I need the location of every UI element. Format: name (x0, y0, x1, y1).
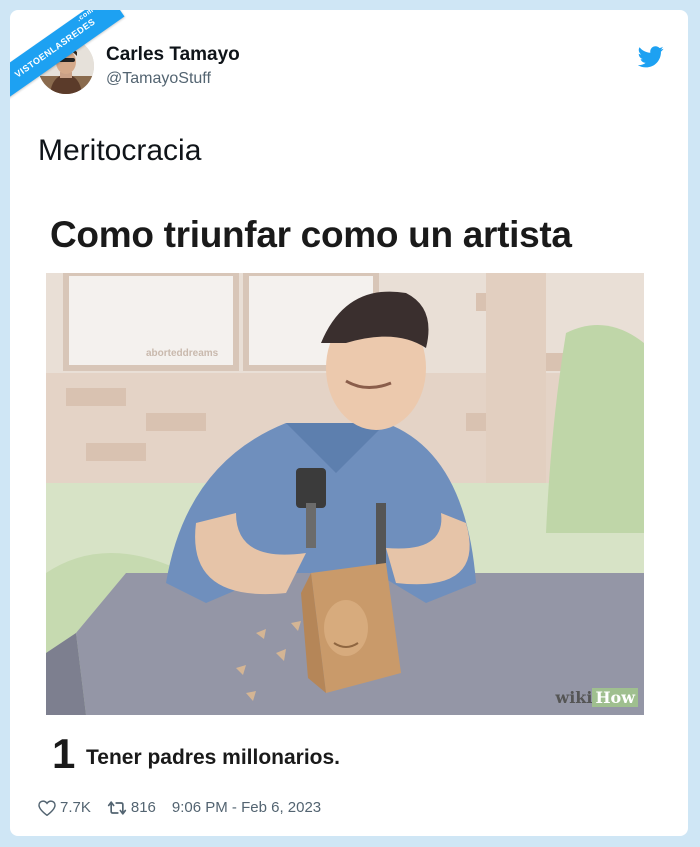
retweet-icon (107, 800, 127, 815)
like-count: 7.7K (60, 799, 91, 816)
sculptor-illustration: aborteddreams wiki How (46, 273, 644, 715)
step-number: 1 (52, 730, 76, 777)
heart-icon (38, 799, 56, 816)
step-text: Tener padres millonarios. (86, 746, 341, 769)
twitter-bird-icon[interactable] (638, 46, 664, 68)
timestamp-text: 9:06 PM - Feb 6, 2023 (171, 799, 322, 816)
author-handle[interactable]: @TamayoStuff (106, 70, 211, 88)
retweet-action[interactable]: 816 (107, 799, 156, 816)
wikihow-logo: wiki How (555, 688, 638, 707)
timestamp[interactable]: 9:06 PM - Feb 6, 2023 (172, 799, 321, 816)
tweet-text: Meritocracia (38, 134, 202, 167)
tweet-card: VISTOENLASREDES .com Carles Tamayo @Tama… (10, 10, 688, 836)
image-watermark: aborteddreams (146, 348, 219, 359)
meme-title: Como triunfar como un artista (50, 214, 572, 255)
tweet-footer: 7.7K 816 9:06 PM - Feb 6, 2023 (38, 799, 337, 816)
like-action[interactable]: 7.7K (38, 799, 91, 816)
wikihow-wiki: wiki (555, 688, 593, 707)
wikihow-how: How (592, 688, 638, 707)
retweet-count: 816 (130, 799, 156, 816)
meme-image[interactable]: Como triunfar como un artista aborteddre… (38, 198, 658, 790)
author-name[interactable]: Carles Tamayo (106, 44, 240, 66)
